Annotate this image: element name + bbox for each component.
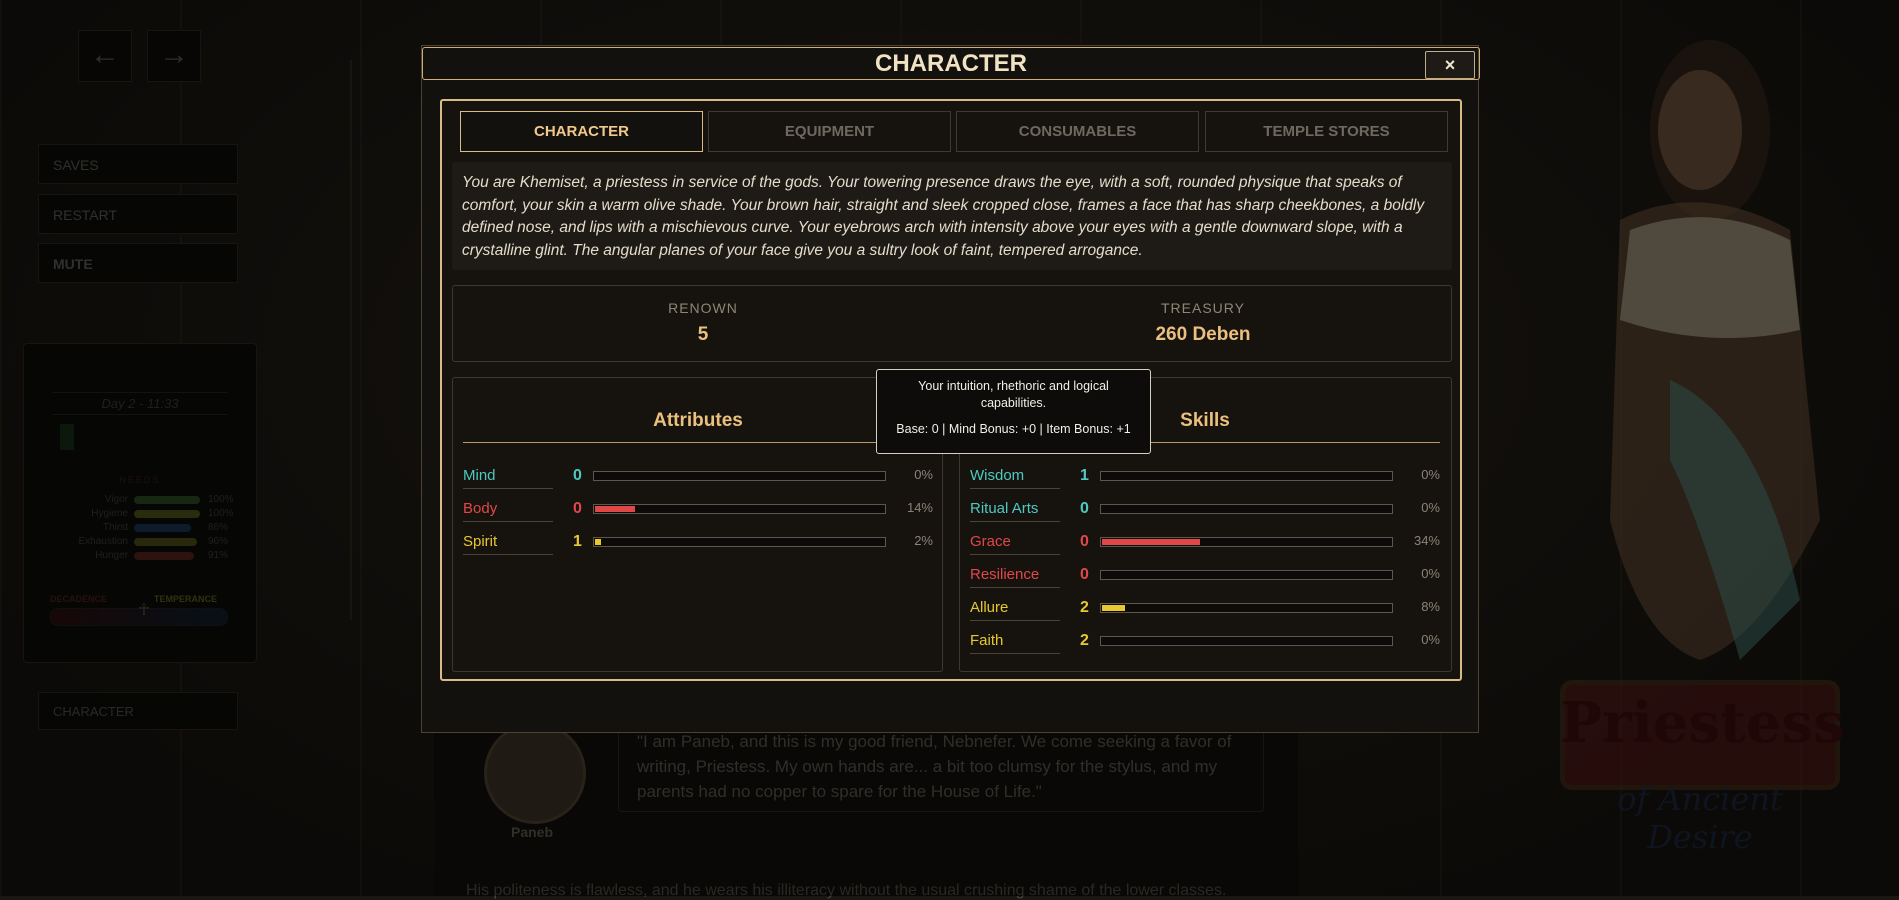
stat-row[interactable]: Grace 0 34% xyxy=(970,533,1440,561)
stat-row[interactable]: Mind 0 0% xyxy=(463,467,933,495)
stat-name[interactable]: Allure xyxy=(970,599,1060,621)
stat-value: 0 xyxy=(573,467,582,484)
stat-value: 2 xyxy=(1080,632,1089,649)
progress-percent: 0% xyxy=(1421,632,1440,647)
progress-percent: 0% xyxy=(1421,566,1440,581)
attributes-panel: Attributes Mind 0 0% Body 0 14% Spirit 1 2% xyxy=(452,377,943,672)
progress-percent: 8% xyxy=(1421,599,1440,614)
progress-bar xyxy=(593,471,886,481)
modal-title: CHARACTER xyxy=(422,47,1480,80)
progress-fill xyxy=(1102,605,1126,611)
stat-name[interactable]: Resilience xyxy=(970,566,1060,588)
stat-name[interactable]: Faith xyxy=(970,632,1060,654)
stat-name[interactable]: Ritual Arts xyxy=(970,500,1060,522)
progress-bar xyxy=(1100,636,1393,646)
stat-name[interactable]: Mind xyxy=(463,467,553,489)
progress-percent: 14% xyxy=(906,500,933,515)
renown-value: 5 xyxy=(697,324,709,345)
progress-bar xyxy=(1100,603,1393,613)
stat-value: 2 xyxy=(1080,599,1089,616)
stat-name[interactable]: Spirit xyxy=(463,533,553,555)
tab-character[interactable]: CHARACTER xyxy=(460,111,703,152)
progress-bar xyxy=(1100,570,1393,580)
tab-equipment[interactable]: EQUIPMENT xyxy=(708,111,951,152)
stat-row[interactable]: Resilience 0 0% xyxy=(970,566,1440,594)
stat-row[interactable]: Ritual Arts 0 0% xyxy=(970,500,1440,528)
progress-bar xyxy=(593,504,886,514)
stat-value: 0 xyxy=(1080,500,1089,517)
stat-name[interactable]: Body xyxy=(463,500,553,522)
stat-row[interactable]: Faith 2 0% xyxy=(970,632,1440,660)
stat-name[interactable]: Grace xyxy=(970,533,1060,555)
close-button[interactable]: × xyxy=(1425,51,1475,79)
character-description: You are Khemiset, a priestess in service… xyxy=(452,162,1452,270)
stat-value: 1 xyxy=(1080,467,1089,484)
progress-bar xyxy=(1100,471,1393,481)
treasury-label: TREASURY xyxy=(1161,300,1245,316)
stat-value: 0 xyxy=(573,500,582,517)
progress-percent: 34% xyxy=(1413,533,1440,548)
stat-row[interactable]: Allure 2 8% xyxy=(970,599,1440,627)
stat-name[interactable]: Wisdom xyxy=(970,467,1060,489)
tooltip-breakdown: Base: 0 | Mind Bonus: +0 | Item Bonus: +… xyxy=(896,422,1131,436)
tab-temple-stores[interactable]: TEMPLE STORES xyxy=(1205,111,1448,152)
progress-percent: 0% xyxy=(914,467,933,482)
progress-percent: 0% xyxy=(1421,467,1440,482)
stat-value: 0 xyxy=(1080,566,1089,583)
renown-label: RENOWN xyxy=(668,300,738,316)
progress-bar xyxy=(1100,537,1393,547)
renown-stat: RENOWN 5 xyxy=(453,300,953,346)
progress-fill xyxy=(1102,539,1201,545)
stat-value: 1 xyxy=(573,533,582,550)
treasury-stat: TREASURY 260 Deben xyxy=(953,300,1453,346)
progress-fill xyxy=(595,506,636,512)
tooltip-description: Your intuition, rhethoric and logical ca… xyxy=(918,379,1109,410)
progress-percent: 0% xyxy=(1421,500,1440,515)
attributes-title: Attributes xyxy=(463,410,933,443)
progress-fill xyxy=(595,539,601,545)
progress-bar xyxy=(593,537,886,547)
treasury-value: 260 Deben xyxy=(1155,324,1251,345)
stat-row[interactable]: Wisdom 1 0% xyxy=(970,467,1440,495)
tab-consumables[interactable]: CONSUMABLES xyxy=(956,111,1199,152)
attribute-tooltip: Your intuition, rhethoric and logical ca… xyxy=(876,369,1151,454)
progress-percent: 2% xyxy=(914,533,933,548)
stat-value: 0 xyxy=(1080,533,1089,550)
stat-row[interactable]: Body 0 14% xyxy=(463,500,933,528)
stat-row[interactable]: Spirit 1 2% xyxy=(463,533,933,561)
progress-bar xyxy=(1100,504,1393,514)
stats-summary: RENOWN 5 TREASURY 260 Deben xyxy=(452,285,1452,362)
